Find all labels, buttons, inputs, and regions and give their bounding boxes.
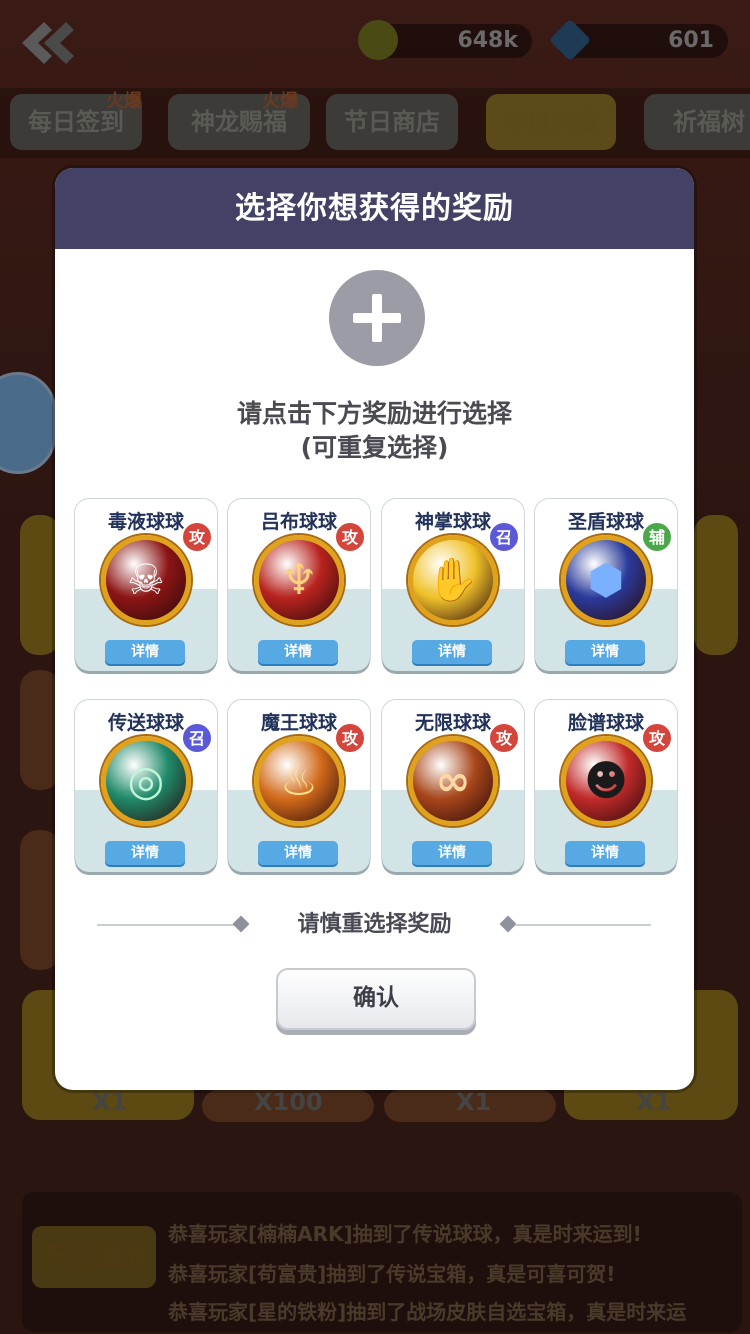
multiplier-text: X1 bbox=[456, 1088, 492, 1116]
tab-dragon-blessing[interactable]: 神龙赐福 火爆 bbox=[168, 91, 310, 150]
palm-icon: ✋ bbox=[408, 535, 498, 625]
broadcast-line: 恭喜玩家[苟富贵]抽到了传说宝箱，真是可喜可贺! bbox=[168, 1262, 616, 1286]
detail-button[interactable]: 详情 bbox=[565, 640, 645, 664]
tab-holiday-wheel[interactable]: 节日转盘 bbox=[486, 94, 616, 150]
hot-tag: 火爆 bbox=[262, 91, 298, 112]
type-badge: 召 bbox=[488, 521, 520, 553]
ball-glyph: ∞ bbox=[435, 756, 471, 805]
detail-button[interactable]: 详情 bbox=[258, 841, 338, 865]
ball-glyph: ◎ bbox=[127, 756, 165, 805]
reward-card[interactable]: 神掌球球 ✋ 召详情 bbox=[382, 499, 524, 671]
venom-face-icon: ☠ bbox=[101, 535, 191, 625]
broadcast-line: 恭喜玩家[楠楠ARK]抽到了传说球球，真是时来运到! bbox=[168, 1222, 642, 1246]
event-tabs: 每日签到 火爆 神龙赐福 火爆 节日商店 节日转盘 祈福树 bbox=[0, 88, 750, 158]
coin-counter: 648k bbox=[358, 20, 532, 60]
lucky-broadcast-button[interactable]: 幸运播报 bbox=[32, 1226, 156, 1288]
ball-glyph: ♨ bbox=[280, 756, 318, 805]
reward-card[interactable]: 圣盾球球 ⬢ 辅详情 bbox=[535, 499, 677, 671]
repeat-hint: (可重复选择) bbox=[300, 433, 449, 462]
ball-glyph: ☠ bbox=[127, 555, 165, 604]
opera-mask-icon: ☻ bbox=[561, 736, 651, 826]
careful-divider: 请慎重选择奖励 bbox=[55, 910, 694, 940]
tab-label: 节日商店 bbox=[344, 108, 440, 136]
bg-panel bbox=[20, 830, 60, 970]
bg-panel bbox=[694, 515, 738, 655]
confirm-button[interactable]: 确认 bbox=[276, 968, 476, 1030]
type-badge: 攻 bbox=[334, 722, 366, 754]
lucky-broadcast: 幸运播报 恭喜玩家[楠楠ARK]抽到了传说球球，真是时来运到! 恭喜玩家[苟富贵… bbox=[22, 1192, 742, 1332]
reward-card[interactable]: 魔王球球 ♨ 攻详情 bbox=[228, 700, 370, 872]
reward-select-dialog: 选择你想获得的奖励 请点击下方奖励进行选择 (可重复选择) 毒液球球 ☠ 攻详情 吕布… bbox=[55, 168, 694, 1090]
detail-button[interactable]: 详情 bbox=[105, 640, 185, 664]
tab-label: 祈福树 bbox=[673, 108, 745, 136]
portal-icon: ◎ bbox=[101, 736, 191, 826]
demon-flame-icon: ♨ bbox=[254, 736, 344, 826]
broadcast-line: 恭喜玩家[星的铁粉]抽到了战场皮肤自选宝箱，真是时来运 bbox=[168, 1300, 687, 1324]
type-badge: 召 bbox=[181, 722, 213, 754]
detail-button[interactable]: 详情 bbox=[258, 640, 338, 664]
side-float-button[interactable] bbox=[0, 372, 56, 474]
back-arrow-icon[interactable] bbox=[14, 18, 84, 68]
ball-glyph: ☻ bbox=[584, 756, 628, 805]
tab-label: 节日转盘 bbox=[503, 108, 599, 136]
hot-tag: 火爆 bbox=[106, 91, 142, 112]
select-hint: 请点击下方奖励进行选择 bbox=[236, 399, 512, 428]
tab-daily-checkin[interactable]: 每日签到 火爆 bbox=[10, 91, 142, 150]
type-badge: 攻 bbox=[488, 722, 520, 754]
coin-icon bbox=[358, 20, 398, 60]
bg-panel bbox=[20, 670, 60, 790]
gem-counter: 601 bbox=[548, 18, 728, 62]
dialog-header: 选择你想获得的奖励 bbox=[55, 168, 694, 249]
tab-holiday-shop[interactable]: 节日商店 bbox=[326, 94, 458, 150]
multiplier-text: X1 bbox=[636, 1088, 672, 1116]
multiplier-text: X1 bbox=[92, 1088, 128, 1116]
ball-glyph: ✋ bbox=[426, 555, 480, 604]
infinity-icon: ∞ bbox=[408, 736, 498, 826]
hex-shield-icon: ⬢ bbox=[561, 535, 651, 625]
ball-glyph: ♆ bbox=[280, 555, 318, 604]
coin-amount: 648k bbox=[457, 28, 518, 53]
bg-panel bbox=[20, 515, 60, 655]
detail-button[interactable]: 详情 bbox=[105, 841, 185, 865]
gem-amount: 601 bbox=[668, 28, 714, 53]
gem-icon bbox=[548, 18, 592, 62]
detail-button[interactable]: 详情 bbox=[565, 841, 645, 865]
ball-glyph: ⬢ bbox=[587, 555, 625, 604]
detail-button[interactable]: 详情 bbox=[412, 640, 492, 664]
detail-button[interactable]: 详情 bbox=[412, 841, 492, 865]
halberd-icon: ♆ bbox=[254, 535, 344, 625]
type-badge: 辅 bbox=[641, 521, 673, 553]
add-reward-slot-button[interactable] bbox=[329, 270, 425, 366]
reward-card[interactable]: 脸谱球球 ☻ 攻详情 bbox=[535, 700, 677, 872]
reward-card[interactable]: 吕布球球 ♆ 攻详情 bbox=[228, 499, 370, 671]
dialog-title: 选择你想获得的奖励 bbox=[235, 191, 514, 226]
type-badge: 攻 bbox=[181, 521, 213, 553]
reward-card[interactable]: 毒液球球 ☠ 攻详情 bbox=[75, 499, 217, 671]
reward-card[interactable]: 传送球球 ◎ 召详情 bbox=[75, 700, 217, 872]
type-badge: 攻 bbox=[641, 722, 673, 754]
type-badge: 攻 bbox=[334, 521, 366, 553]
reward-card[interactable]: 无限球球 ∞ 攻详情 bbox=[382, 700, 524, 872]
multiplier-text: X100 bbox=[254, 1088, 323, 1116]
tab-wishing-tree[interactable]: 祈福树 bbox=[644, 94, 750, 150]
divider-line bbox=[515, 924, 651, 926]
